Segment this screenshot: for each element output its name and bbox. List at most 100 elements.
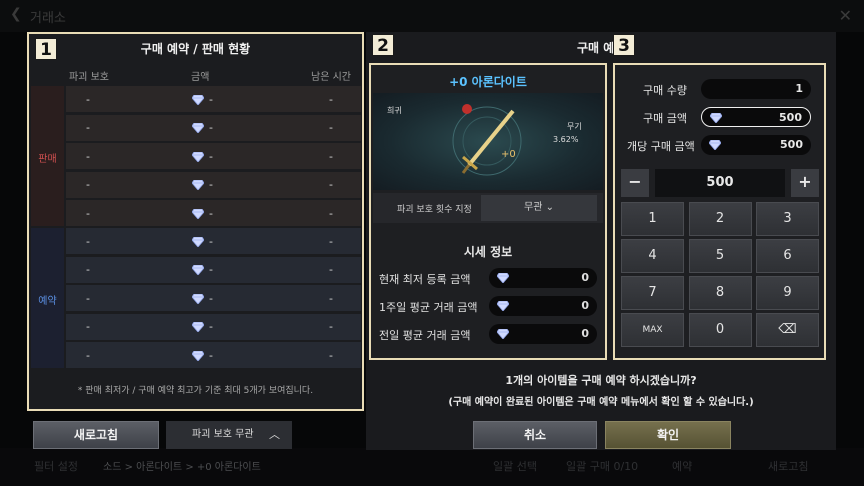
unit-price-field[interactable]: 500 bbox=[701, 135, 811, 155]
table-row: --- bbox=[66, 114, 361, 141]
row-price-value: - bbox=[209, 149, 213, 163]
row-price-value: - bbox=[209, 178, 213, 191]
cancel-button[interactable]: 취소 bbox=[473, 421, 597, 449]
confirm-line2: (구매 예약이 완료된 아이템은 구매 예약 메뉴에서 확인 할 수 있습니다.… bbox=[448, 397, 754, 408]
row-time: - bbox=[329, 92, 333, 106]
col-protect: 파괴 보호 bbox=[69, 72, 109, 83]
row-price-value: - bbox=[209, 206, 213, 220]
row-protect: - bbox=[86, 348, 90, 362]
rate-label: 3.62% bbox=[553, 135, 579, 144]
diamond-icon bbox=[192, 350, 204, 361]
key-2[interactable]: 2 bbox=[688, 202, 752, 236]
qty-field[interactable]: 1 bbox=[701, 79, 811, 99]
diamond-icon bbox=[710, 113, 722, 123]
row-time: - bbox=[329, 206, 333, 220]
row-price-value: - bbox=[209, 92, 213, 106]
market-row-label: 전일 평균 거래 금액 bbox=[379, 329, 471, 342]
row-price: - bbox=[192, 121, 213, 134]
backspace-icon[interactable]: ⌫ bbox=[756, 313, 819, 347]
row-time: - bbox=[329, 234, 333, 248]
row-protect: - bbox=[86, 121, 90, 134]
row-price-value: - bbox=[209, 348, 213, 362]
gem-red-icon bbox=[462, 104, 472, 114]
row-protect: - bbox=[86, 178, 90, 191]
row-price: - bbox=[192, 235, 213, 248]
qty-label: 구매 수량 bbox=[643, 84, 687, 97]
diamond-icon bbox=[497, 329, 509, 339]
protect-count-row: 파괴 보호 횟수 지정 무관 ⌄ bbox=[373, 193, 603, 223]
row-protect: - bbox=[86, 92, 90, 106]
key-8[interactable]: 8 bbox=[688, 276, 752, 310]
reserve-section: 예약 bbox=[31, 228, 64, 368]
item-info-panel: +0 아론다이트 희귀 무기 3.62% +0 파괴 보호 횟수 지정 무관 ⌄… bbox=[369, 63, 607, 360]
row-price: - bbox=[192, 320, 213, 333]
market-row-value-box: 0 bbox=[489, 268, 597, 288]
confirm-line1: 1개의 아이템을 구매 예약 하시겠습니까? bbox=[505, 374, 697, 387]
chevron-down-icon: ⌄ bbox=[545, 202, 554, 213]
ok-button[interactable]: 확인 bbox=[605, 421, 731, 449]
minus-button[interactable]: − bbox=[621, 169, 649, 197]
price-value: 500 bbox=[779, 111, 802, 124]
market-row-label: 1주일 평균 거래 금액 bbox=[379, 301, 478, 314]
diamond-icon bbox=[497, 273, 509, 283]
row-time: - bbox=[329, 348, 333, 362]
step-badge-3: 3 bbox=[613, 34, 635, 56]
plus-button[interactable]: + bbox=[791, 169, 819, 197]
table-row: --- bbox=[66, 313, 361, 340]
row-protect: - bbox=[86, 149, 90, 163]
market-row-value-box: 0 bbox=[489, 324, 597, 344]
key-5[interactable]: 5 bbox=[688, 239, 752, 273]
diamond-icon bbox=[192, 151, 204, 162]
row-price-value: - bbox=[209, 121, 213, 134]
market-row-value: 0 bbox=[581, 271, 589, 284]
diamond-icon bbox=[192, 293, 204, 304]
protect-filter-dropdown[interactable]: 파괴 보호 무관 ︿ bbox=[166, 421, 292, 449]
key-4[interactable]: 4 bbox=[621, 239, 684, 273]
market-row: 현재 최저 등록 금액 0 bbox=[379, 268, 597, 288]
diamond-icon bbox=[192, 94, 204, 105]
qty-row: 구매 수량 1 bbox=[615, 79, 824, 99]
reserve-label: 예약 bbox=[38, 296, 57, 307]
key-6[interactable]: 6 bbox=[756, 239, 819, 273]
key-7[interactable]: 7 bbox=[621, 276, 684, 310]
diamond-icon bbox=[192, 180, 204, 190]
key-3[interactable]: 3 bbox=[756, 202, 819, 236]
price-field[interactable]: 500 bbox=[701, 107, 811, 127]
protect-count-label: 파괴 보호 횟수 지정 bbox=[397, 205, 472, 215]
row-price-value: - bbox=[209, 263, 213, 276]
key-9[interactable]: 9 bbox=[756, 276, 819, 310]
unit-price-label: 개당 구매 금액 bbox=[627, 140, 695, 153]
table-row: --- bbox=[66, 86, 361, 112]
weapon-type-label: 무기 bbox=[567, 122, 582, 131]
row-time: - bbox=[329, 263, 333, 276]
key-0[interactable]: 0 bbox=[688, 313, 752, 347]
row-price: - bbox=[192, 292, 213, 305]
table-row: --- bbox=[66, 143, 361, 169]
table-row: --- bbox=[66, 171, 361, 198]
sell-section: 판매 bbox=[31, 86, 64, 226]
row-time: - bbox=[329, 149, 333, 163]
market-row: 1주일 평균 거래 금액 0 bbox=[379, 296, 597, 316]
diamond-icon bbox=[192, 322, 204, 332]
protect-count-select[interactable]: 무관 ⌄ bbox=[481, 195, 597, 221]
max-button[interactable]: MAX bbox=[621, 313, 684, 347]
key-1[interactable]: 1 bbox=[621, 202, 684, 236]
refresh-button[interactable]: 새로고침 bbox=[33, 421, 159, 449]
footnote: * 판매 최저가 / 구매 예약 최고가 기준 최대 5개가 보여집니다. bbox=[77, 386, 314, 396]
sell-label: 판매 bbox=[38, 154, 57, 165]
step-badge-2: 2 bbox=[372, 34, 394, 56]
row-protect: - bbox=[86, 291, 90, 305]
row-price: - bbox=[192, 207, 213, 220]
qty-value: 1 bbox=[795, 82, 803, 95]
row-price: - bbox=[192, 349, 213, 362]
enhance-label: +0 bbox=[501, 149, 516, 160]
table-row: --- bbox=[66, 228, 361, 254]
row-price: - bbox=[192, 93, 213, 106]
diamond-icon bbox=[192, 123, 204, 133]
row-protect: - bbox=[86, 206, 90, 220]
diamond-icon bbox=[192, 208, 204, 219]
row-price: - bbox=[192, 150, 213, 163]
row-time: - bbox=[329, 291, 333, 305]
reservation-status-panel: 구매 예약 / 판매 현황 파괴 보호 금액 남은 시간 판매 예약 - - - - -… bbox=[27, 32, 364, 411]
price-row: 구매 금액 500 bbox=[615, 107, 824, 127]
